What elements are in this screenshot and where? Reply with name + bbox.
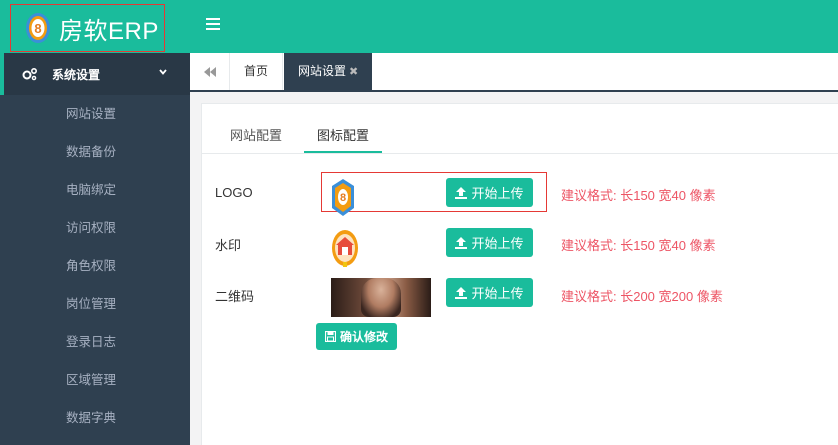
brand-logo-box[interactable]: 8 房软ERP	[10, 4, 165, 52]
sidebar-item-role-permission[interactable]: 角色权限	[0, 247, 190, 285]
subtab-icon-config[interactable]: 图标配置	[304, 126, 383, 153]
sidebar-item-data-dictionary[interactable]: 数据字典	[0, 399, 190, 437]
watermark-upload-button[interactable]: 开始上传	[446, 228, 533, 257]
sidebar-item-region-management[interactable]: 区域管理	[0, 361, 190, 399]
close-icon[interactable]: ✖	[349, 66, 358, 78]
sidebar-item-login-log[interactable]: 登录日志	[0, 323, 190, 361]
sidebar-item-website-settings[interactable]: 网站设置	[0, 95, 190, 133]
top-header: 8 房软ERP	[0, 0, 838, 53]
logo-label: LOGO	[215, 185, 253, 200]
watermark-upload-label: 开始上传	[471, 236, 524, 251]
upload-icon	[455, 236, 468, 249]
subtab-site-config[interactable]: 网站配置	[217, 126, 295, 153]
tab-website-settings[interactable]: 网站设置 ✖	[284, 53, 373, 92]
sidebar-section-system-settings[interactable]: 系统设置	[0, 53, 190, 95]
sidebar-item-data-backup[interactable]: 数据备份	[0, 133, 190, 171]
qrcode-label: 二维码	[215, 289, 255, 304]
qrcode-size-hint: 建议格式: 长200 宽200 像素	[561, 289, 723, 304]
watermark-label: 水印	[215, 238, 242, 253]
sidebar-item-computer-binding[interactable]: 电脑绑定	[0, 171, 190, 209]
svg-text:8: 8	[34, 21, 41, 36]
confirm-changes-button[interactable]: 确认修改	[316, 323, 397, 350]
sidebar: 系统设置 网站设置 数据备份 电脑绑定 访问权限 角色权限 岗位管理 登录日志 …	[0, 53, 190, 445]
qrcode-upload-button[interactable]: 开始上传	[446, 278, 533, 307]
main-content: 网站配置 图标配置	[190, 92, 838, 445]
sidebar-section-label: 系统设置	[52, 67, 101, 82]
upload-icon	[455, 186, 468, 199]
svg-text:8: 8	[340, 192, 346, 204]
hamburger-icon[interactable]	[206, 18, 220, 34]
gears-icon	[22, 67, 38, 81]
config-subtabs: 网站配置 图标配置	[202, 104, 838, 154]
tab-home[interactable]: 首页	[230, 53, 284, 90]
page-tabs-bar: 首页 网站设置 ✖	[190, 53, 838, 92]
settings-panel: 网站配置 图标配置	[201, 103, 838, 445]
brand-title: 房软ERP	[59, 17, 159, 45]
logo-size-hint: 建议格式: 长150 宽40 像素	[561, 188, 716, 203]
confirm-changes-label: 确认修改	[339, 330, 388, 344]
logo-upload-label: 开始上传	[471, 186, 524, 201]
qrcode-upload-label: 开始上传	[471, 286, 524, 301]
tab-website-settings-label: 网站设置	[298, 64, 347, 78]
save-icon	[324, 331, 336, 342]
tabs-scroll-left-icon[interactable]	[190, 53, 230, 90]
sidebar-item-position-management[interactable]: 岗位管理	[0, 285, 190, 323]
watermark-size-hint: 建议格式: 长150 宽40 像素	[561, 238, 716, 253]
qrcode-preview-image	[331, 278, 431, 317]
chevron-down-icon	[158, 66, 168, 80]
logo-preview-image: 8	[332, 179, 354, 216]
brand-logo-icon: 8	[26, 13, 50, 43]
watermark-preview-image	[332, 230, 358, 267]
upload-icon	[455, 286, 468, 299]
sidebar-item-access-permission[interactable]: 访问权限	[0, 209, 190, 247]
logo-upload-button[interactable]: 开始上传	[446, 178, 533, 207]
